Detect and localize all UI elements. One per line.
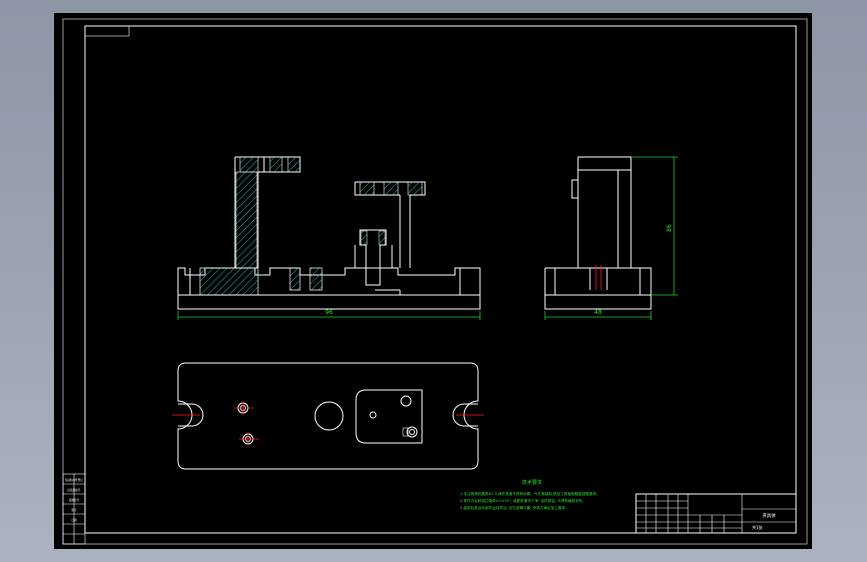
strip-cell-5: 日期 xyxy=(71,518,77,522)
cad-viewport[interactable]: 96 86 48 技术要求 1.未注明铸件圆角R2-3,铸件表面不得有砂眼、气孔… xyxy=(0,0,867,562)
strip-cell-1: 借(通)用件登记 xyxy=(65,478,83,482)
note-line-2: 2.零件去毛刺锐边倒角0.5×45°, 装配前清洗干净, 涂防锈油, 不得有磕碰… xyxy=(460,498,586,503)
strip-cell-2: 旧底图总号 xyxy=(68,488,81,492)
strip-cell-4: 签字 xyxy=(71,508,77,512)
notes-heading: 技术要求 xyxy=(522,479,542,486)
side-width-dimension: 48 xyxy=(594,309,602,316)
front-width-dimension: 96 xyxy=(325,309,333,316)
side-height-dimension: 86 xyxy=(666,224,673,232)
note-line-3: 3.装配后各活动部件运动灵活, 定位准确可靠, 夹紧力满足加工要求。 xyxy=(460,505,569,510)
note-line-1: 1.未注明铸件圆角R2-3,铸件表面不得有砂眼、气孔等缺陷,精加工表面粗糙度按图… xyxy=(460,491,600,496)
drawing-name: 夹具体 xyxy=(762,512,776,519)
sheet-count: 共1张 xyxy=(752,524,763,530)
strip-cell-3: 底图总号 xyxy=(69,498,80,502)
drawing-canvas: 96 86 48 技术要求 1.未注明铸件圆角R2-3,铸件表面不得有砂眼、气孔… xyxy=(54,13,812,549)
